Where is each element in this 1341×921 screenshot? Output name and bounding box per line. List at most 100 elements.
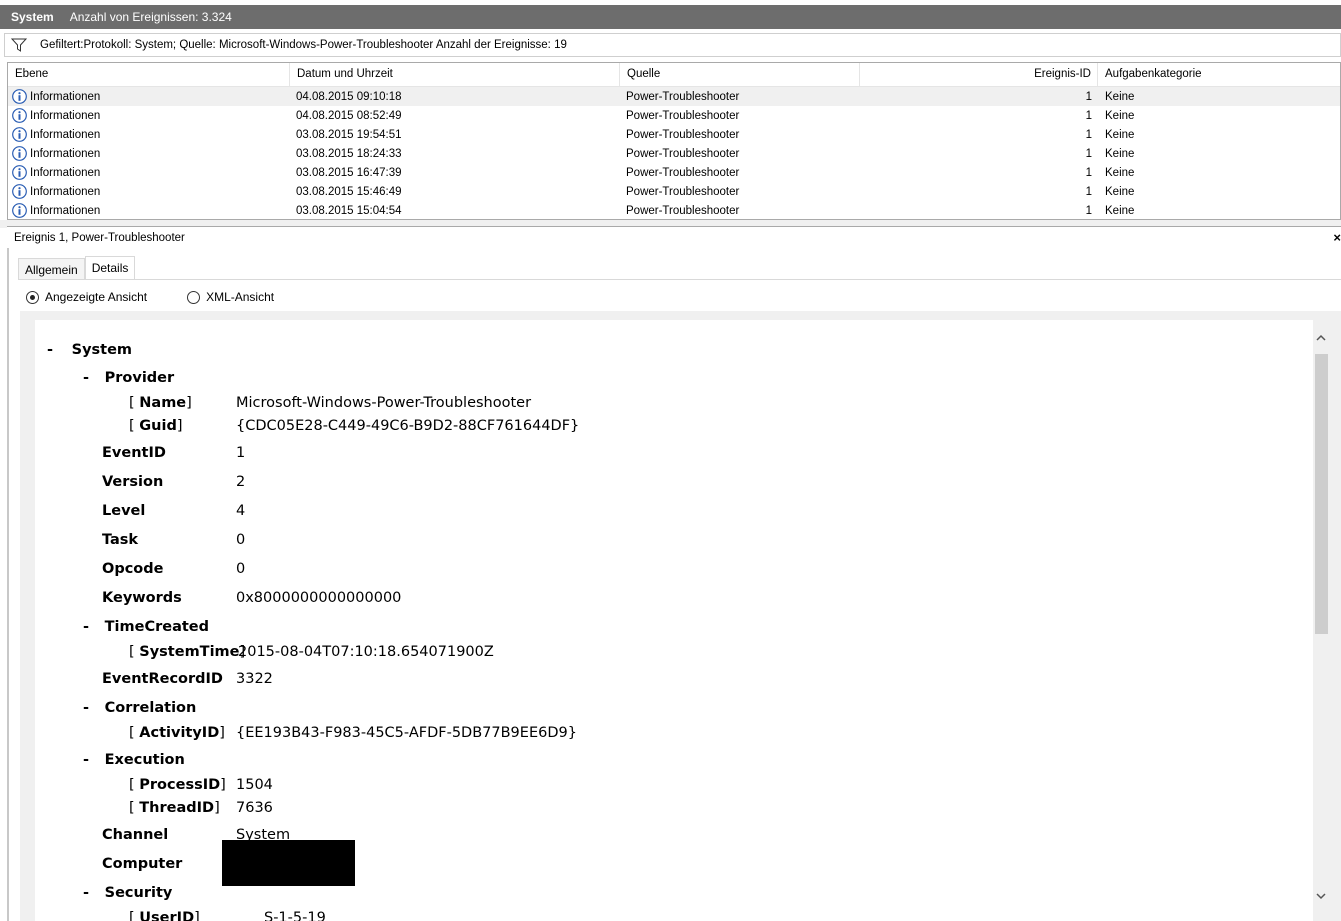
tab-allgemein[interactable]: Allgemein bbox=[18, 258, 85, 280]
cell-level-text: Informationen bbox=[30, 166, 101, 179]
node-security: Security bbox=[104, 885, 173, 901]
collapse-toggle[interactable]: - bbox=[83, 752, 89, 768]
cell-datetime: 03.08.2015 15:04:54 bbox=[296, 204, 402, 217]
info-icon bbox=[12, 203, 27, 218]
collapse-toggle[interactable]: - bbox=[83, 370, 89, 386]
cell-event-id: 1 bbox=[1085, 147, 1092, 160]
info-icon bbox=[12, 108, 27, 123]
attr-systemtime-key: SystemTime bbox=[139, 644, 240, 660]
tree-row-provider: - Provider bbox=[83, 369, 174, 387]
cell-datetime: 03.08.2015 15:46:49 bbox=[296, 185, 402, 198]
event-count: Anzahl von Ereignissen: 3.324 bbox=[69, 10, 232, 24]
node-version-value: 2 bbox=[236, 474, 246, 490]
node-timecreated: TimeCreated bbox=[104, 619, 210, 635]
column-header-datetime[interactable]: Datum und Uhrzeit bbox=[290, 63, 620, 87]
tree-row-system: - System bbox=[47, 341, 132, 359]
events-table[interactable]: Ebene Datum und Uhrzeit Quelle Ereignis-… bbox=[7, 62, 1341, 220]
cell-task-category: Keine bbox=[1105, 204, 1135, 217]
radio-xml-view[interactable]: XML-Ansicht bbox=[187, 290, 274, 304]
filter-description: Gefiltert:Protokoll: System; Quelle: Mic… bbox=[40, 39, 567, 51]
collapse-toggle[interactable]: - bbox=[83, 885, 89, 901]
attr-name-key: Name bbox=[139, 395, 187, 411]
radio-unselected-icon[interactable] bbox=[187, 290, 201, 304]
info-icon bbox=[12, 146, 27, 161]
tree-row-security: - Security bbox=[83, 884, 172, 902]
cell-event-id: 1 bbox=[1085, 109, 1092, 122]
event-detail-header: Ereignis 1, Power-Troubleshooter × bbox=[7, 226, 1341, 248]
view-mode-options: Angezeigte Ansicht XML-Ansicht bbox=[26, 290, 274, 304]
tree-row-activityid: [ ActivityID] bbox=[129, 724, 225, 742]
column-header-task-category[interactable]: Aufgabenkategorie bbox=[1098, 63, 1340, 87]
bracket: ] bbox=[194, 910, 200, 921]
tree-row-correlation: - Correlation bbox=[83, 699, 196, 717]
table-row[interactable]: Informationen 03.08.2015 16:47:39 Power-Tr… bbox=[8, 163, 1340, 182]
node-eventid: EventID bbox=[102, 445, 166, 461]
table-row[interactable]: Informationen 03.08.2015 18:24:33 Power-Tr… bbox=[8, 144, 1340, 163]
filter-funnel-icon bbox=[11, 38, 27, 52]
tree-row-guid: [ Guid] bbox=[129, 417, 183, 435]
close-icon[interactable]: × bbox=[1333, 230, 1341, 245]
tree-row-timecreated: - TimeCreated bbox=[83, 618, 209, 636]
column-header-source[interactable]: Quelle bbox=[620, 63, 860, 87]
table-row[interactable]: Informationen 03.08.2015 15:46:49 Power-Tr… bbox=[8, 182, 1340, 201]
node-system: System bbox=[71, 342, 133, 358]
cell-source: Power-Troubleshooter bbox=[626, 109, 740, 122]
column-header-event-id[interactable]: Ereignis-ID bbox=[860, 63, 1098, 87]
node-level-value: 4 bbox=[236, 503, 246, 519]
bracket: ] bbox=[214, 800, 220, 816]
collapse-toggle[interactable]: - bbox=[47, 342, 53, 358]
radio-friendly-view[interactable]: Angezeigte Ansicht bbox=[26, 290, 147, 304]
tab-details[interactable]: Details bbox=[84, 256, 136, 280]
node-correlation: Correlation bbox=[104, 700, 197, 716]
cell-datetime: 03.08.2015 16:47:39 bbox=[296, 166, 402, 179]
node-task: Task bbox=[102, 532, 139, 548]
attr-activityid-key: ActivityID bbox=[139, 725, 220, 741]
collapse-toggle[interactable]: - bbox=[83, 700, 89, 716]
cell-level: Informationen bbox=[8, 184, 290, 199]
filter-bar: Gefiltert:Protokoll: System; Quelle: Mic… bbox=[4, 33, 1341, 57]
cell-task-category: Keine bbox=[1105, 109, 1135, 122]
log-title-bar: System Anzahl von Ereignissen: 3.324 bbox=[0, 5, 1341, 29]
node-opcode: Opcode bbox=[102, 561, 164, 577]
node-task-value: 0 bbox=[236, 532, 246, 548]
bracket: ] bbox=[220, 777, 226, 793]
scroll-up-icon[interactable] bbox=[1315, 332, 1327, 344]
attr-guid-key: Guid bbox=[139, 418, 177, 434]
table-row[interactable]: Informationen 04.08.2015 08:52:49 Power-Tr… bbox=[8, 106, 1340, 125]
cell-level-text: Informationen bbox=[30, 109, 101, 122]
cell-source: Power-Troubleshooter bbox=[626, 90, 740, 103]
node-keywords-value: 0x8000000000000000 bbox=[236, 590, 402, 606]
node-computer: Computer bbox=[102, 856, 183, 872]
redaction-box bbox=[222, 840, 355, 886]
cell-level-text: Informationen bbox=[30, 204, 101, 217]
scrollbar-thumb[interactable] bbox=[1315, 354, 1328, 634]
node-provider: Provider bbox=[104, 370, 175, 386]
info-icon bbox=[12, 89, 27, 104]
table-row[interactable]: Informationen 03.08.2015 15:04:54 Power-Tr… bbox=[8, 201, 1340, 219]
cell-source: Power-Troubleshooter bbox=[626, 204, 740, 217]
scroll-down-icon[interactable] bbox=[1315, 890, 1327, 902]
cell-level: Informationen bbox=[8, 146, 290, 161]
node-level: Level bbox=[102, 503, 146, 519]
column-header-level[interactable]: Ebene bbox=[8, 63, 290, 87]
radio-selected-icon[interactable] bbox=[26, 290, 39, 304]
bracket: ] bbox=[176, 418, 183, 434]
attr-userid-key: UserID bbox=[139, 910, 195, 921]
collapse-toggle[interactable]: - bbox=[83, 619, 89, 635]
node-keywords: Keywords bbox=[102, 590, 182, 606]
bracket: [ bbox=[129, 910, 135, 921]
tab-panel-border bbox=[18, 279, 1341, 280]
info-icon bbox=[12, 184, 27, 199]
table-row[interactable]: Informationen 04.08.2015 09:10:18 Power-Tr… bbox=[8, 87, 1340, 106]
pane-left-border bbox=[7, 248, 9, 921]
cell-datetime: 03.08.2015 19:54:51 bbox=[296, 128, 402, 141]
tree-row-systemtime: [ SystemTime] bbox=[129, 643, 245, 661]
table-row[interactable]: Informationen 03.08.2015 19:54:51 Power-Tr… bbox=[8, 125, 1340, 144]
attr-activityid-value: {EE193B43-F983-45C5-AFDF-5DB77B9EE6D9} bbox=[236, 725, 577, 741]
detail-tabs: Allgemein Details bbox=[18, 256, 136, 280]
cell-event-id: 1 bbox=[1085, 166, 1092, 179]
bracket: ] bbox=[186, 395, 192, 411]
radio-friendly-view-label: Angezeigte Ansicht bbox=[45, 290, 148, 304]
bracket: [ bbox=[129, 395, 135, 411]
vertical-scrollbar[interactable] bbox=[1313, 328, 1329, 906]
